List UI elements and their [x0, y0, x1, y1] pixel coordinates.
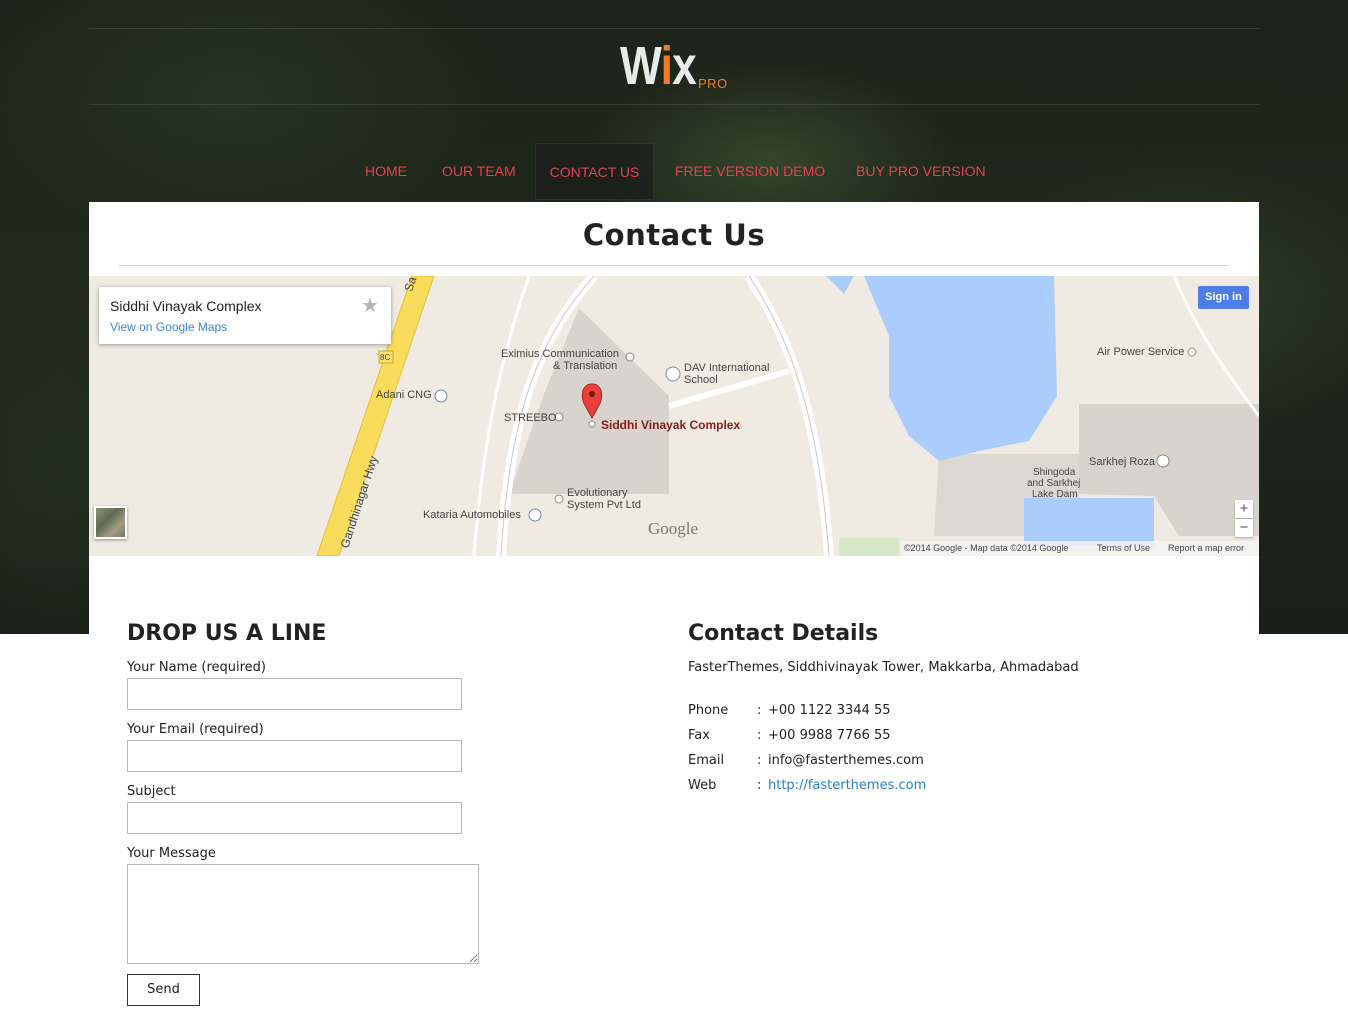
send-button[interactable]: Send	[127, 974, 200, 1006]
subject-input[interactable]	[127, 802, 462, 834]
subject-label: Subject	[127, 784, 176, 799]
nav-buy-pro-version[interactable]: BUY PRO VERSION	[856, 143, 986, 200]
message-label: Your Message	[127, 846, 216, 861]
contact-key-web: Web	[688, 778, 717, 793]
view-on-google-maps-link[interactable]: View on Google Maps	[110, 320, 227, 334]
nav-our-team[interactable]: OUR TEAM	[442, 143, 516, 200]
zoom-in-button[interactable]: +	[1235, 500, 1253, 518]
nav-home[interactable]: HOME	[365, 143, 407, 200]
contact-separator: :	[757, 728, 762, 743]
contact-key-fax: Fax	[688, 728, 710, 743]
message-textarea[interactable]	[127, 864, 479, 964]
map-water-lake	[864, 276, 1057, 461]
logo-badge: PRO	[698, 76, 728, 91]
contact-key-phone: Phone	[688, 703, 729, 718]
map-attribution-bar: ©2014 Google - Map data ©2014 Google Ter…	[901, 541, 1259, 556]
report-map-error-link[interactable]: Report a map error	[1168, 541, 1244, 556]
contact-value-phone: +00 1122 3344 55	[768, 703, 891, 718]
google-logo: Google	[648, 519, 699, 538]
site-logo[interactable]: Wix PRO	[620, 36, 727, 96]
terms-of-use-link[interactable]: Terms of Use	[1097, 541, 1150, 556]
map-label-kataria: Kataria Automobiles	[423, 509, 521, 521]
contact-web-link[interactable]: http://fasterthemes.com	[768, 778, 926, 793]
zoom-out-button[interactable]: −	[1235, 519, 1253, 537]
map-label-air-power: Air Power Service	[1097, 346, 1185, 358]
form-heading: DROP US A LINE	[127, 621, 327, 646]
map-water-small	[826, 276, 854, 294]
email-input[interactable]	[127, 740, 462, 772]
map-label-streebo: STREEBO	[504, 412, 557, 424]
header-top-rule	[89, 28, 1259, 29]
contact-value-fax: +00 9988 7766 55	[768, 728, 891, 743]
map-label-marker: Siddhi Vinayak Complex	[601, 418, 741, 432]
map-label-eximius-1: Eximius Communication	[501, 348, 619, 360]
google-map[interactable]: Sa Gandhinagar Hwy 8C Adani CNG Eximius …	[89, 276, 1259, 556]
sign-in-button[interactable]: Sign in	[1198, 286, 1249, 309]
email-label: Your Email (required)	[127, 722, 264, 737]
map-label-dav-2: School	[684, 374, 718, 386]
map-attribution: ©2014 Google - Map data ©2014 Google	[904, 543, 1069, 553]
contact-address: FasterThemes, Siddhivinayak Tower, Makka…	[688, 660, 1079, 675]
map-road-east	[744, 276, 834, 556]
nav-contact-us[interactable]: CONTACT US	[535, 143, 654, 200]
content-card: Contact Us Sa Gandhinagar Hwy 8C Adani C…	[89, 202, 1259, 1027]
contact-separator: :	[757, 703, 762, 718]
infobox-title: Siddhi Vinayak Complex	[110, 298, 262, 314]
contact-heading: Contact Details	[688, 621, 879, 646]
contact-separator: :	[757, 753, 762, 768]
map-label-adani: Adani CNG	[376, 389, 432, 401]
map-label-eximius-2: & Translation	[553, 360, 618, 372]
map-infobox: Siddhi Vinayak Complex View on Google Ma…	[99, 287, 391, 344]
contact-key-email: Email	[688, 753, 725, 768]
name-input[interactable]	[127, 678, 462, 710]
map-label-route: 8C	[380, 353, 391, 362]
star-icon[interactable]: ★	[361, 293, 379, 317]
map-label-shingoda-3: Lake Dam	[1032, 489, 1078, 500]
map-water-pond	[1024, 498, 1154, 546]
contact-value-email: info@fasterthemes.com	[768, 753, 924, 768]
satellite-toggle-button[interactable]	[94, 506, 127, 539]
main-nav: HOME OUR TEAM CONTACT US FREE VERSION DE…	[0, 143, 1348, 200]
page-title: Contact Us	[582, 218, 766, 252]
map-label-dav-1: DAV International	[684, 362, 770, 374]
map-label-sarkhej-roza: Sarkhej Roza	[1089, 456, 1156, 468]
nav-free-version-demo[interactable]: FREE VERSION DEMO	[675, 143, 825, 200]
map-park	[839, 538, 899, 556]
contact-separator: :	[757, 778, 762, 793]
name-label: Your Name (required)	[127, 660, 266, 675]
header-bottom-rule	[89, 104, 1259, 105]
map-label-evolutionary-2: System Pvt Ltd	[567, 499, 641, 511]
map-label-evolutionary-1: Evolutionary	[567, 487, 628, 499]
logo-text: Wix	[620, 36, 697, 96]
title-divider	[119, 265, 1229, 266]
